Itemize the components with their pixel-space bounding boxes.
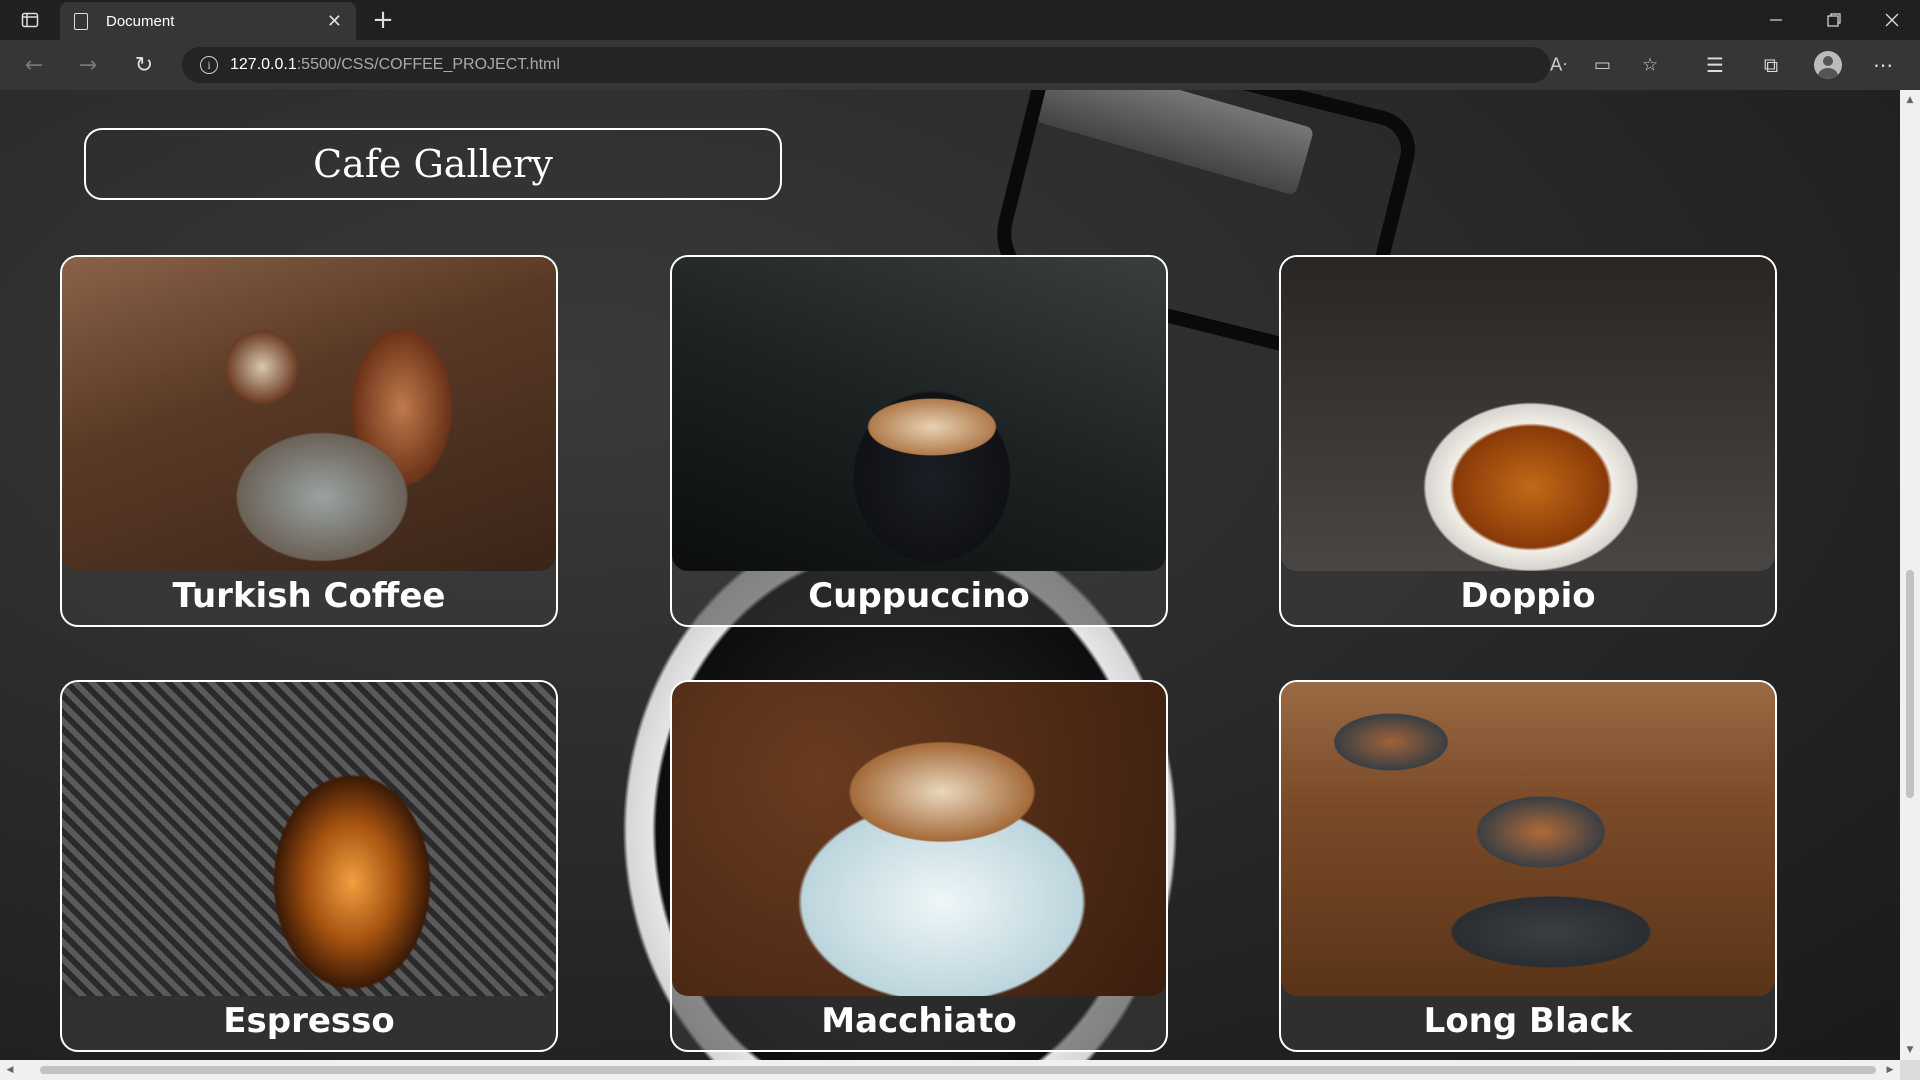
more-icon[interactable]: ⋯ xyxy=(1868,50,1898,80)
profile-icon[interactable] xyxy=(1814,51,1842,79)
vertical-scrollbar[interactable]: ▲ ▼ xyxy=(1900,90,1920,1060)
card-label: Cuppuccino xyxy=(808,576,1030,616)
card-label: Macchiato xyxy=(821,1001,1017,1041)
gallery-card-turkish-coffee[interactable]: Turkish Coffee xyxy=(60,255,558,627)
scroll-left-icon[interactable]: ◀ xyxy=(2,1060,18,1080)
scroll-down-icon[interactable]: ▼ xyxy=(1900,1042,1920,1058)
gallery-card-long-black[interactable]: Long Black xyxy=(1279,680,1777,1052)
browser-titlebar: Document ✕ + xyxy=(0,0,1920,40)
browser-tab[interactable]: Document ✕ xyxy=(60,2,356,40)
gallery-card-macchiato[interactable]: Macchiato xyxy=(670,680,1168,1052)
macchiato-photo xyxy=(672,682,1166,996)
minimize-icon[interactable] xyxy=(1748,0,1804,40)
turkish-coffee-photo xyxy=(62,257,556,571)
url-path: :5500/CSS/COFFEE_PROJECT.html xyxy=(296,56,560,73)
horizontal-scrollbar[interactable]: ◀ ▶ xyxy=(0,1060,1900,1080)
gallery-card-espresso[interactable]: Espresso xyxy=(60,680,558,1052)
document-icon xyxy=(74,12,88,30)
immersive-reader-icon[interactable]: ▭ xyxy=(1594,55,1611,76)
collections-icon[interactable]: ⧉ xyxy=(1756,50,1786,80)
card-label: Long Black xyxy=(1423,1001,1633,1041)
card-label: Turkish Coffee xyxy=(172,576,446,616)
refresh-icon[interactable]: ↻ xyxy=(128,49,160,81)
add-favorite-icon[interactable]: ☆ xyxy=(1642,55,1658,76)
back-arrow-icon[interactable]: ← xyxy=(18,49,50,81)
page-title: Cafe Gallery xyxy=(313,142,553,186)
long-black-photo xyxy=(1281,682,1775,996)
scroll-right-icon[interactable]: ▶ xyxy=(1882,1060,1898,1080)
tab-title: Document xyxy=(106,12,175,30)
horizontal-scroll-thumb[interactable] xyxy=(40,1066,1876,1074)
card-label: Doppio xyxy=(1460,576,1596,616)
new-tab-button[interactable]: + xyxy=(368,4,398,36)
favorites-icon[interactable]: ☰ xyxy=(1700,50,1730,80)
forward-arrow-icon[interactable]: → xyxy=(72,49,104,81)
browser-toolbar: ← → ↻ i 127.0.0.1:5500/CSS/COFFEE_PROJEC… xyxy=(0,40,1920,90)
scrollbar-corner xyxy=(1900,1060,1920,1080)
restore-icon[interactable] xyxy=(1806,0,1862,40)
info-icon[interactable]: i xyxy=(200,56,218,74)
tab-actions-icon[interactable] xyxy=(10,6,50,34)
address-url[interactable]: 127.0.0.1:5500/CSS/COFFEE_PROJECT.html xyxy=(230,56,560,74)
page-viewport: Cafe Gallery Turkish Coffee Cuppuccino D… xyxy=(0,90,1900,1060)
window-close-icon[interactable] xyxy=(1864,0,1920,40)
page-title-box: Cafe Gallery xyxy=(84,128,782,200)
gallery-card-cuppuccino[interactable]: Cuppuccino xyxy=(670,255,1168,627)
cuppuccino-photo xyxy=(672,257,1166,571)
read-aloud-icon[interactable]: Aᐧ xyxy=(1550,55,1567,76)
address-bar[interactable]: i 127.0.0.1:5500/CSS/COFFEE_PROJECT.html… xyxy=(182,47,1658,83)
doppio-photo xyxy=(1281,257,1775,571)
close-icon[interactable]: ✕ xyxy=(327,11,342,32)
espresso-photo xyxy=(62,682,556,996)
vertical-scroll-thumb[interactable] xyxy=(1906,570,1914,798)
scroll-up-icon[interactable]: ▲ xyxy=(1900,92,1920,108)
url-host: 127.0.0.1 xyxy=(230,56,297,73)
card-label: Espresso xyxy=(223,1001,395,1041)
gallery-card-doppio[interactable]: Doppio xyxy=(1279,255,1777,627)
